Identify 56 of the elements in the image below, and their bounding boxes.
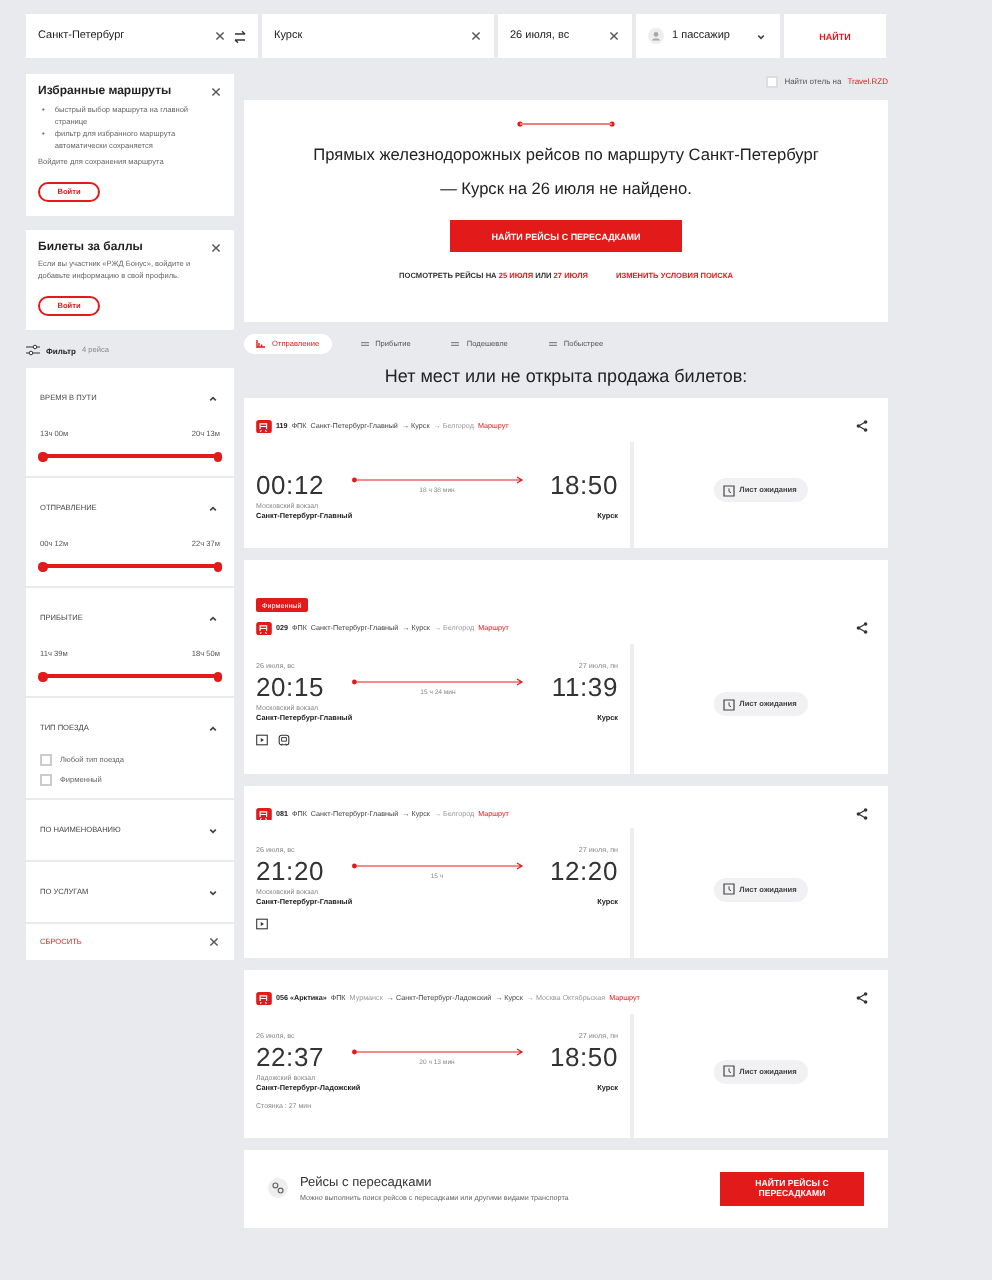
- checkbox[interactable]: [40, 754, 52, 767]
- video-icon: [256, 918, 268, 930]
- share-icon[interactable]: [856, 622, 868, 635]
- share-icon[interactable]: [856, 420, 868, 433]
- train-logo-icon: [256, 622, 272, 635]
- reset-icon[interactable]: [208, 936, 220, 949]
- section-heading: Нет мест или не открыта продажа билетов:: [382, 366, 750, 386]
- user-icon: [648, 28, 664, 44]
- filter-icon[interactable]: [26, 344, 40, 357]
- slider-thumb[interactable]: [213, 672, 222, 682]
- lines-icon: [450, 340, 461, 348]
- video-icon: [256, 733, 268, 745]
- train-icon: [278, 733, 290, 745]
- train-logo-icon: [256, 420, 272, 433]
- clock-icon: [721, 697, 736, 711]
- checkbox[interactable]: [40, 774, 52, 787]
- share-icon[interactable]: [856, 992, 868, 1005]
- slider-thumb[interactable]: [38, 452, 47, 462]
- departure-time: 22:37: [256, 1041, 325, 1071]
- caret-icon[interactable]: [206, 824, 220, 839]
- caret-icon[interactable]: [206, 612, 220, 627]
- arrival-time: 11:39: [551, 671, 618, 701]
- caret-icon[interactable]: [206, 722, 220, 737]
- bar-chart-icon: [256, 340, 266, 348]
- clear-icon[interactable]: [470, 30, 482, 42]
- caret-icon[interactable]: [754, 29, 768, 43]
- clear-icon[interactable]: [608, 30, 620, 42]
- clear-icon[interactable]: [214, 30, 226, 42]
- train-logo-icon: [256, 807, 272, 820]
- departure-time: 20:15: [256, 671, 325, 701]
- caret-icon[interactable]: [206, 392, 220, 407]
- clock-icon: [721, 1064, 736, 1078]
- share-icon[interactable]: [856, 807, 868, 820]
- clock-icon: [721, 483, 736, 497]
- close-icon[interactable]: [210, 242, 222, 255]
- hotel-checkbox[interactable]: [766, 75, 779, 87]
- train-logo-icon: [256, 992, 272, 1005]
- lines-icon: [359, 340, 370, 348]
- transfer-icon: [268, 1178, 288, 1198]
- slider-thumb[interactable]: [213, 452, 222, 462]
- arrival-time: 12:20: [549, 856, 618, 886]
- departure-time: 21:20: [256, 856, 325, 886]
- arrival-time: 18:50: [549, 1041, 618, 1071]
- close-icon[interactable]: [210, 86, 222, 98]
- caret-icon[interactable]: [206, 886, 220, 901]
- caret-icon[interactable]: [206, 502, 220, 517]
- slider-thumb[interactable]: [38, 672, 47, 682]
- slider-thumb[interactable]: [213, 562, 222, 572]
- route-decoration: [516, 120, 616, 128]
- clock-icon: [721, 882, 736, 896]
- departure-time: 00:12: [256, 469, 325, 499]
- slider-thumb[interactable]: [38, 562, 47, 572]
- swap-icon[interactable]: [234, 29, 246, 43]
- lines-icon: [547, 340, 558, 348]
- arrival-time: 18:50: [549, 469, 618, 499]
- notice-text: Прямых железнодорожных рейсов по маршруту Санкт-Петербург — Курск на 26 июля не найдено.: [311, 142, 821, 202]
